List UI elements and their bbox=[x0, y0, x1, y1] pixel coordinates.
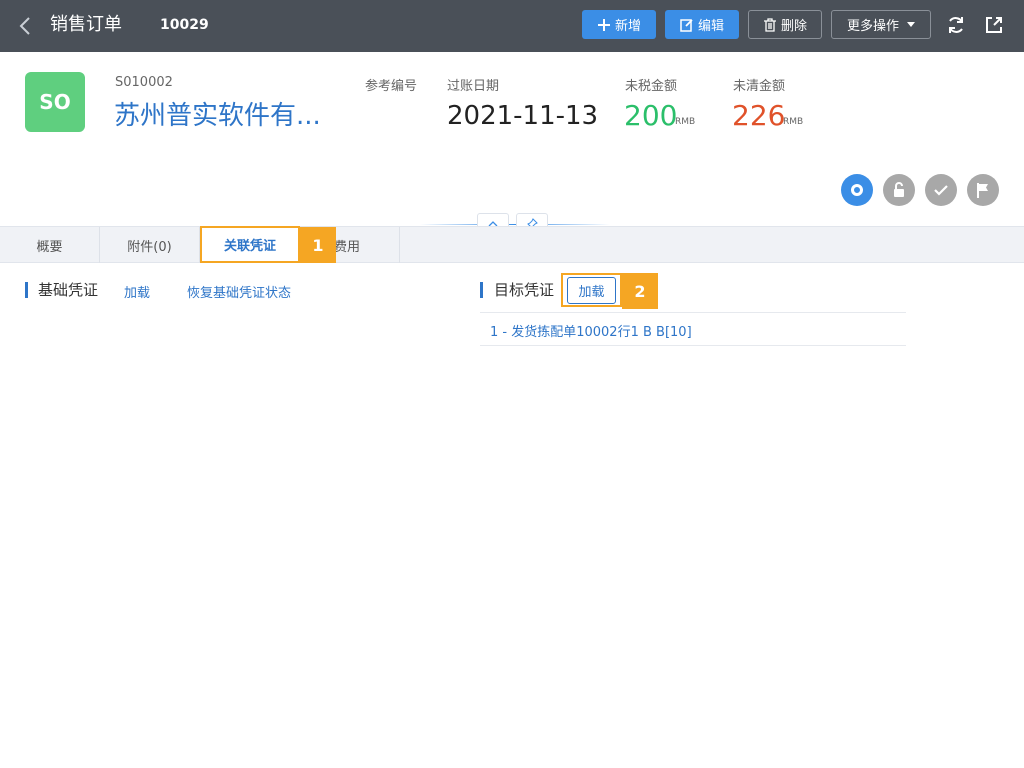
open-amount-label: 未清金额 bbox=[733, 79, 786, 94]
tab-attachments[interactable]: 附件(0) bbox=[100, 227, 200, 263]
top-bar: 销售订单 10029 新增 编辑 删除 更多操作 bbox=[0, 0, 1024, 52]
section-marker bbox=[480, 282, 483, 298]
flag-icon[interactable] bbox=[967, 174, 999, 206]
add-button-label: 新增 bbox=[614, 19, 641, 34]
open-amount-currency: RMB bbox=[783, 117, 804, 127]
net-amount-value: 200 bbox=[624, 99, 678, 132]
edit-icon bbox=[680, 18, 693, 32]
tab-overview[interactable]: 概要 bbox=[0, 227, 100, 263]
avatar: SO bbox=[25, 72, 85, 132]
delete-button-label: 删除 bbox=[780, 19, 807, 34]
net-amount-currency: RMB bbox=[675, 117, 696, 127]
section-marker bbox=[25, 282, 28, 298]
refresh-icon[interactable] bbox=[945, 14, 967, 36]
export-icon[interactable] bbox=[983, 14, 1005, 36]
document-number: 10029 bbox=[160, 17, 209, 33]
more-actions-label: 更多操作 bbox=[846, 19, 899, 34]
caret-down-icon bbox=[907, 22, 915, 27]
target-load-button[interactable]: 加载 bbox=[567, 276, 616, 304]
open-amount-value: 226 bbox=[732, 99, 786, 132]
edit-button-label: 编辑 bbox=[697, 19, 724, 34]
status-open-icon[interactable] bbox=[841, 174, 873, 206]
plus-icon bbox=[597, 18, 610, 31]
restore-base-status-link[interactable]: 恢复基础凭证状态 bbox=[187, 282, 291, 301]
back-arrow-icon[interactable] bbox=[14, 14, 38, 38]
trash-icon bbox=[763, 17, 776, 32]
so-code: S010002 bbox=[115, 75, 173, 90]
target-load-highlight: 加载 bbox=[561, 273, 622, 307]
reference-number-label: 参考编号 bbox=[365, 79, 418, 94]
add-button[interactable]: 新增 bbox=[582, 10, 656, 39]
net-amount-label: 未税金额 bbox=[625, 79, 678, 94]
lock-icon[interactable] bbox=[883, 174, 915, 206]
callout-badge-2: 2 bbox=[622, 273, 658, 309]
page-title: 销售订单 bbox=[50, 14, 122, 35]
check-icon[interactable] bbox=[925, 174, 957, 206]
posting-date-value: 2021-11-13 bbox=[447, 101, 599, 131]
tab-linked-documents[interactable]: 关联凭证 bbox=[200, 226, 300, 263]
target-documents-title: 目标凭证 bbox=[494, 281, 555, 299]
target-document-row[interactable]: 1 - 发货拣配单10002行1 B B[10] bbox=[490, 321, 692, 340]
base-load-link[interactable]: 加载 bbox=[124, 282, 150, 301]
base-documents-title: 基础凭证 bbox=[38, 281, 99, 299]
tab-bar: 概要 附件(0) 关联凭证 费用 bbox=[0, 226, 1024, 263]
posting-date-label: 过账日期 bbox=[447, 79, 500, 94]
edit-button[interactable]: 编辑 bbox=[665, 10, 739, 39]
header-divider bbox=[420, 224, 610, 225]
delete-button[interactable]: 删除 bbox=[748, 10, 822, 39]
more-actions-button[interactable]: 更多操作 bbox=[831, 10, 931, 39]
callout-badge-1: 1 bbox=[300, 227, 336, 263]
row-divider bbox=[480, 312, 906, 313]
row-divider bbox=[480, 345, 906, 346]
customer-name[interactable]: 苏州普实软件有... bbox=[114, 99, 321, 133]
